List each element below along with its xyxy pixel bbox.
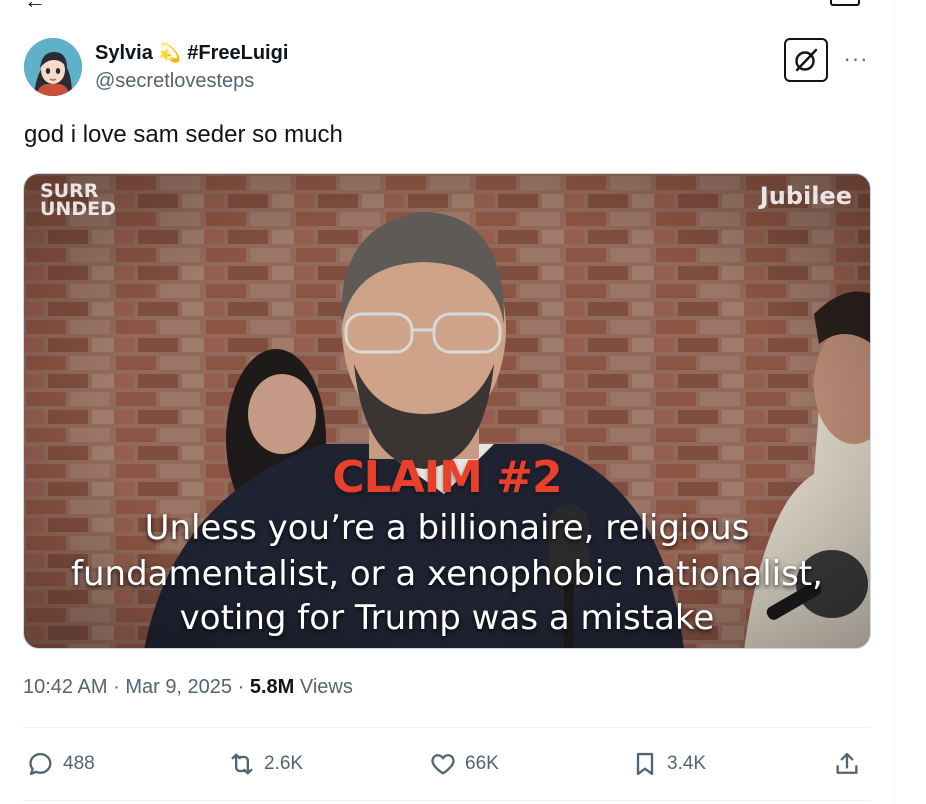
- column-divider: [894, 0, 895, 804]
- header-icon-fragment[interactable]: [830, 0, 860, 6]
- like-count: 66K: [465, 753, 499, 774]
- reply-button[interactable]: 488: [27, 745, 95, 783]
- jubilee-logo: Jubilee: [759, 182, 852, 210]
- share-button[interactable]: [833, 745, 861, 783]
- video-thumbnail[interactable]: SURR UNDED Jubilee CLAIM #2 Unless you’r…: [23, 173, 871, 649]
- claim-heading: CLAIM #2: [332, 452, 562, 503]
- action-bar: 488 2.6K 66K 3.4K: [23, 745, 871, 783]
- caption-line-2: fundamentalist, or a xenophobic national…: [71, 554, 823, 594]
- caption-line-3: voting for Trump was a mistake: [179, 598, 715, 638]
- heart-icon: [431, 754, 455, 775]
- like-button[interactable]: 66K: [429, 745, 499, 783]
- display-name[interactable]: Sylvia: [95, 42, 153, 65]
- post-time[interactable]: 10:42 AM: [23, 676, 108, 698]
- bookmark-icon: [636, 752, 654, 776]
- post-meta: 10:42 AM · Mar 9, 2025 · 5.8M Views: [23, 676, 353, 699]
- bookmark-count: 3.4K: [667, 753, 707, 774]
- reply-count: 488: [63, 753, 95, 774]
- bookmark-button[interactable]: 3.4K: [631, 745, 706, 783]
- avatar-illustration: [24, 38, 82, 96]
- post-date[interactable]: Mar 9, 2025: [125, 676, 232, 698]
- divider: [23, 727, 871, 728]
- surrounded-logo: SURR UNDED: [40, 180, 116, 220]
- back-arrow-icon[interactable]: ←: [24, 0, 46, 10]
- author-name-row[interactable]: Sylvia 💫 #FreeLuigi: [95, 40, 288, 66]
- grok-button[interactable]: [784, 38, 828, 82]
- avatar[interactable]: [24, 38, 82, 96]
- share-icon: [836, 752, 858, 774]
- divider: [23, 800, 871, 801]
- caption-line-1: Unless you’re a billionaire, religious: [144, 508, 750, 548]
- header-cutoff: ←: [0, 0, 894, 10]
- repost-count: 2.6K: [264, 753, 304, 774]
- display-name-hashtag[interactable]: #FreeLuigi: [187, 42, 288, 65]
- meta-separator: ·: [237, 676, 245, 698]
- views-label: Views: [299, 676, 353, 698]
- grok-icon: [795, 48, 818, 72]
- author-handle[interactable]: @secretlovesteps: [95, 70, 254, 93]
- reply-icon: [29, 752, 52, 776]
- dizzy-emoji-icon: 💫: [158, 42, 182, 63]
- more-icon[interactable]: ···: [840, 46, 872, 74]
- repost-button[interactable]: 2.6K: [228, 745, 303, 783]
- tweet-text: god i love sam seder so much: [24, 121, 343, 148]
- views-count[interactable]: 5.8M: [250, 676, 294, 698]
- meta-separator: ·: [113, 676, 120, 698]
- repost-icon: [231, 753, 253, 775]
